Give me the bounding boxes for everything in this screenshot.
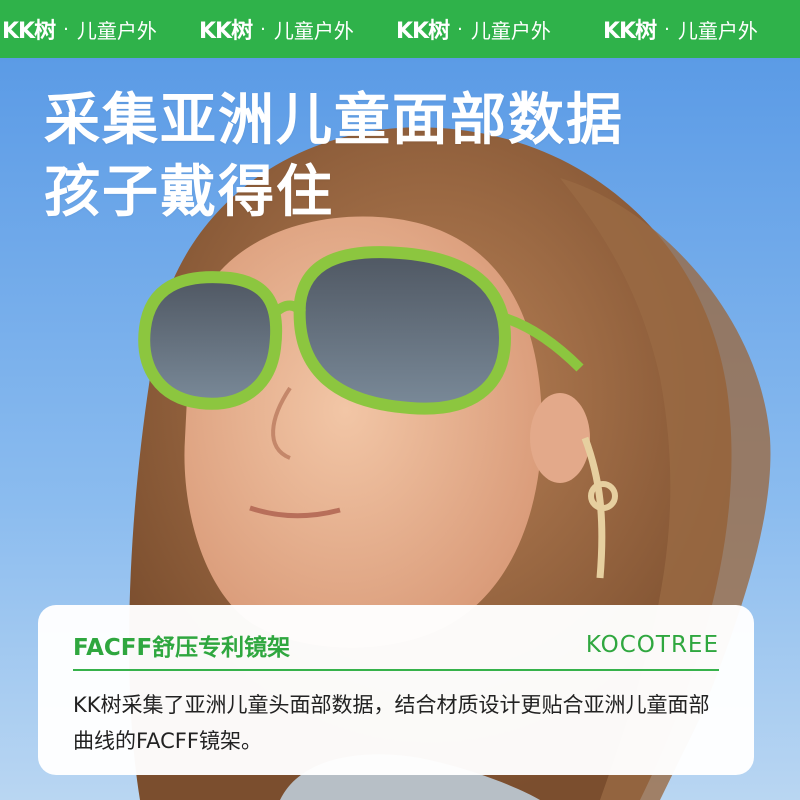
banner-item: KK树 · 儿童户外 [199,13,396,45]
banner-separator: · [664,18,670,40]
banner-brand: KK树 [396,19,450,44]
banner-subtitle: 儿童户外 [273,18,354,43]
headline-line-1: 采集亚洲儿童面部数据 [44,88,624,153]
card-title: FACFF舒压专利镜架 [73,635,291,661]
card-body: KK树采集了亚洲儿童头面部数据，结合材质设计更贴合亚洲儿童面部曲线的FACFF镜… [73,693,710,753]
banner-brand: KK树 [2,19,56,44]
product-page: KK树 · 儿童户外 KK树 · 儿童户外 KK树 · 儿童户外 KK树 · 儿… [0,0,800,800]
banner-item: KK树 · 儿童户外 [2,13,199,45]
banner-subtitle: 儿童户外 [76,18,157,43]
banner-item: KK树 · 儿童户外 [603,13,800,45]
banner-separator: · [457,18,463,40]
banner-brand: KK树 [603,19,657,44]
info-card: FACFF舒压专利镜架 KOCOTREE KK树采集了亚洲儿童头面部数据，结合材… [38,605,754,775]
banner-subtitle: 儿童户外 [677,18,758,43]
card-brand: KOCOTREE [585,632,719,658]
banner-item: KK树 · 儿童户外 [396,13,593,45]
banner-separator: · [260,18,266,40]
card-divider [73,669,719,671]
card-header: FACFF舒压专利镜架 KOCOTREE [73,623,719,667]
banner-brand: KK树 [199,19,253,44]
top-banner: KK树 · 儿童户外 KK树 · 儿童户外 KK树 · 儿童户外 KK树 · 儿… [0,0,800,58]
headline-line-2: 孩子戴得住 [44,160,334,225]
banner-separator: · [63,18,69,40]
banner-subtitle: 儿童户外 [470,18,551,43]
headline: 采集亚洲儿童面部数据 孩子戴得住 [44,85,624,229]
